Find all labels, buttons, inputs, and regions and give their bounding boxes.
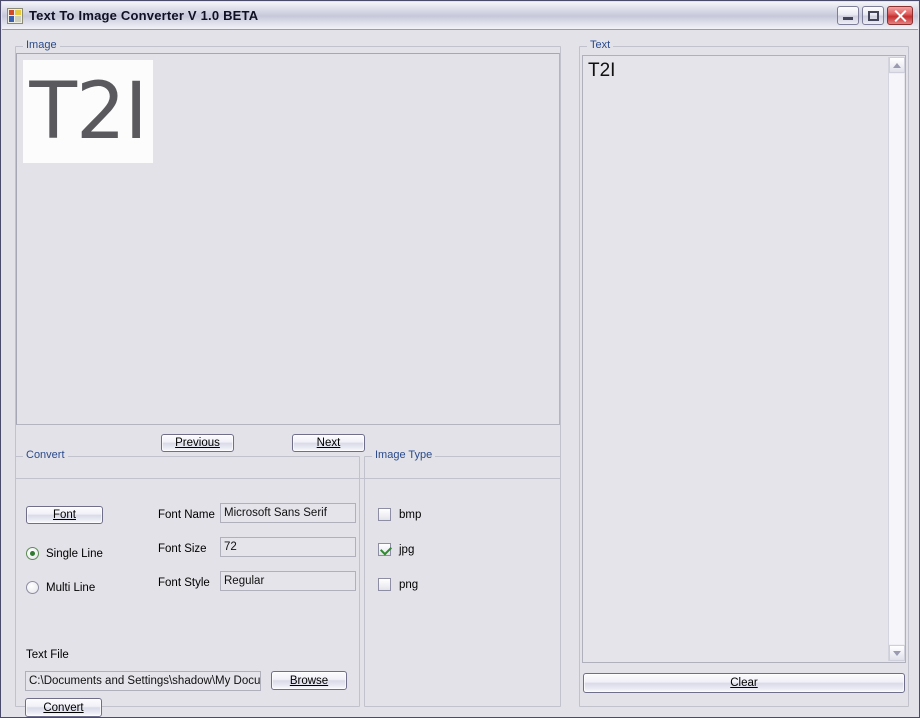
checkbox-png-indicator: [378, 578, 391, 591]
window-title: Text To Image Converter V 1.0 BETA: [29, 8, 259, 23]
text-file-label: Text File: [26, 649, 69, 661]
image-group: Image T2I Previous Next: [15, 39, 561, 479]
clear-button[interactable]: Clear: [583, 673, 905, 693]
font-button[interactable]: Font: [26, 506, 103, 524]
font-name-field[interactable]: Microsoft Sans Serif: [220, 503, 356, 523]
app-icon: [7, 7, 23, 24]
radio-multi-line-indicator: [26, 581, 39, 594]
radio-single-line[interactable]: Single Line: [26, 547, 103, 560]
close-button[interactable]: [887, 6, 913, 25]
text-input-value: T2I: [588, 60, 616, 81]
radio-single-line-label: Single Line: [46, 547, 103, 560]
image-preview-panel[interactable]: T2I: [16, 53, 560, 425]
window-controls: [837, 6, 913, 25]
convert-button[interactable]: Convert: [25, 698, 102, 717]
checkbox-jpg[interactable]: jpg: [378, 543, 414, 556]
text-file-value: C:\Documents and Settings\shadow\My Docu…: [29, 675, 261, 687]
radio-multi-line-label: Multi Line: [46, 581, 96, 594]
font-size-label: Font Size: [158, 543, 207, 555]
font-style-field[interactable]: Regular: [220, 571, 356, 591]
title-bar: Text To Image Converter V 1.0 BETA: [2, 2, 918, 30]
font-size-value: 72: [224, 541, 237, 553]
image-type-group: Image Type bmp jpg png: [364, 449, 561, 707]
client-area: Image T2I Previous Next Convert Font Sin…: [2, 30, 918, 717]
font-name-label: Font Name: [158, 509, 215, 521]
checkbox-bmp[interactable]: bmp: [378, 508, 421, 521]
checkbox-bmp-indicator: [378, 508, 391, 521]
checkbox-png-label: png: [399, 578, 419, 591]
image-group-label: Image: [23, 39, 60, 51]
application-window: Text To Image Converter V 1.0 BETA Image…: [0, 0, 920, 718]
image-type-group-label: Image Type: [372, 449, 436, 461]
checkbox-jpg-indicator: [378, 543, 391, 556]
text-scrollbar[interactable]: [888, 57, 905, 661]
minimize-button[interactable]: [837, 6, 859, 25]
text-input-area[interactable]: T2I: [582, 55, 906, 663]
convert-group: Convert Font Single Line Multi Line Font…: [15, 449, 360, 717]
image-preview-text: T2I: [29, 66, 147, 157]
radio-single-line-indicator: [26, 547, 39, 560]
convert-group-label: Convert: [23, 449, 68, 461]
checkbox-png[interactable]: png: [378, 578, 418, 591]
image-preview: T2I: [23, 60, 153, 163]
scroll-up-icon[interactable]: [889, 57, 905, 73]
scrollbar-track[interactable]: [889, 74, 904, 644]
radio-multi-line[interactable]: Multi Line: [26, 581, 95, 594]
checkbox-jpg-label: jpg: [399, 543, 415, 556]
font-name-value: Microsoft Sans Serif: [224, 507, 327, 519]
text-group-label: Text: [587, 39, 614, 51]
maximize-button[interactable]: [862, 6, 884, 25]
browse-button[interactable]: Browse: [271, 671, 347, 690]
text-file-input[interactable]: C:\Documents and Settings\shadow\My Docu…: [25, 671, 261, 691]
font-size-field[interactable]: 72: [220, 537, 356, 557]
font-style-label: Font Style: [158, 577, 210, 589]
text-group: Text T2I Clear: [579, 39, 909, 707]
checkbox-bmp-label: bmp: [399, 508, 422, 521]
font-style-value: Regular: [224, 575, 265, 587]
scroll-down-icon[interactable]: [889, 645, 905, 661]
